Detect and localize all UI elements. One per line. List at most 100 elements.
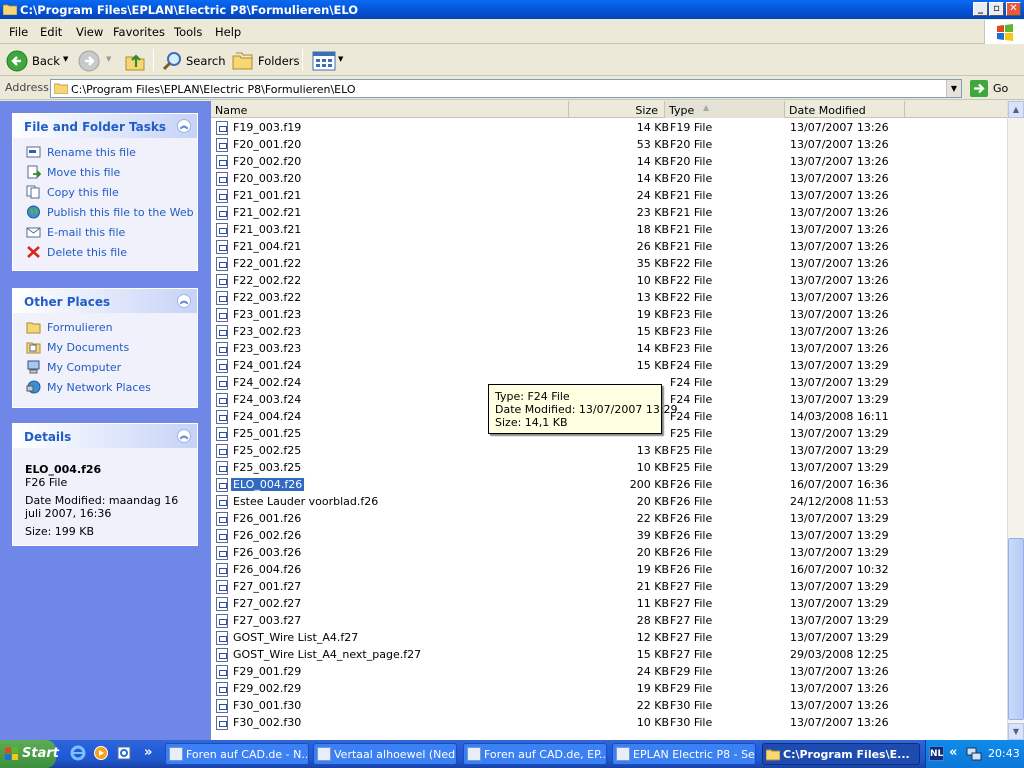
file-row[interactable]: F26_004.f26 19 KB F26 File 16/07/2007 10:32 [211, 561, 1007, 578]
search-icon[interactable] [161, 50, 183, 72]
start-button[interactable]: Start [0, 740, 59, 768]
folders-icon[interactable] [231, 50, 255, 72]
file-row[interactable]: F24_001.f24 15 KB F24 File 13/07/2007 13:29 [211, 357, 1007, 374]
task-move[interactable]: Move this file [13, 162, 197, 182]
file-row[interactable]: F20_001.f20 53 KB F20 File 13/07/2007 13:26 [211, 136, 1007, 153]
column-name-header[interactable]: Name [211, 101, 569, 118]
file-row[interactable]: F21_002.f21 23 KB F21 File 13/07/2007 13:26 [211, 204, 1007, 221]
file-row[interactable]: F21_004.f21 26 KB F21 File 13/07/2007 13:26 [211, 238, 1007, 255]
task-publish[interactable]: Publish this file to the Web [13, 202, 197, 222]
file-date: 13/07/2007 13:26 [790, 257, 889, 270]
panel-header[interactable]: Details ︽ [13, 424, 197, 448]
task-delete[interactable]: Delete this file [13, 242, 197, 262]
file-row[interactable]: F23_002.f23 15 KB F23 File 13/07/2007 13:26 [211, 323, 1007, 340]
minimize-button[interactable]: _ [973, 2, 988, 16]
up-folder-icon[interactable] [124, 50, 146, 72]
title-bar[interactable]: C:\Program Files\EPLAN\Electric P8\Formu… [0, 0, 1024, 19]
file-row[interactable]: F29_002.f29 19 KB F29 File 13/07/2007 13:26 [211, 680, 1007, 697]
panel-header[interactable]: File and Folder Tasks ︽ [13, 114, 197, 138]
task-pane: File and Folder Tasks ︽ Rename this file… [0, 101, 211, 740]
views-icon[interactable] [312, 51, 336, 71]
menu-file[interactable]: File [9, 25, 28, 39]
column-size-header[interactable]: Size [569, 101, 665, 118]
taskbar-item[interactable]: Vertaal alhoewel (Ned... [313, 743, 457, 765]
file-icon [216, 257, 228, 271]
quicklaunch-more[interactable]: » [144, 745, 152, 760]
language-indicator[interactable]: NL [929, 746, 944, 761]
close-button[interactable]: ✕ [1006, 2, 1021, 16]
file-row[interactable]: F29_001.f29 24 KB F29 File 13/07/2007 13:26 [211, 663, 1007, 680]
menu-favorites[interactable]: Favorites [113, 25, 165, 39]
file-row[interactable]: F25_002.f25 13 KB F25 File 13/07/2007 13:29 [211, 442, 1007, 459]
task-email[interactable]: E-mail this file [13, 222, 197, 242]
file-row[interactable]: F23_003.f23 14 KB F23 File 13/07/2007 13:26 [211, 340, 1007, 357]
file-row[interactable]: Estee Lauder voorblad.f26 20 KB F26 File 24… [211, 493, 1007, 510]
file-row[interactable]: F26_003.f26 20 KB F26 File 13/07/2007 13:29 [211, 544, 1007, 561]
file-row[interactable]: F19_003.f19 14 KB F19 File 13/07/2007 13:26 [211, 119, 1007, 136]
file-row[interactable]: F26_001.f26 22 KB F26 File 13/07/2007 13:29 [211, 510, 1007, 527]
task-copy[interactable]: Copy this file [13, 182, 197, 202]
file-row[interactable]: F21_001.f21 24 KB F21 File 13/07/2007 13:26 [211, 187, 1007, 204]
collapse-chevron-icon[interactable]: ︽ [177, 294, 191, 308]
file-row[interactable]: F22_003.f22 13 KB F22 File 13/07/2007 13:26 [211, 289, 1007, 306]
file-row[interactable]: F20_002.f20 14 KB F20 File 13/07/2007 13:26 [211, 153, 1007, 170]
collapse-chevron-icon[interactable]: ︽ [177, 119, 191, 133]
tray-expand-icon[interactable]: « [949, 745, 957, 760]
panel-header[interactable]: Other Places ︽ [13, 289, 197, 313]
forward-dropdown-icon[interactable]: ▼ [106, 55, 111, 63]
file-row[interactable]: F27_002.f27 11 KB F27 File 13/07/2007 13:29 [211, 595, 1007, 612]
file-row[interactable]: F22_002.f22 10 KB F22 File 13/07/2007 13:26 [211, 272, 1007, 289]
file-row[interactable]: F27_003.f27 28 KB F27 File 13/07/2007 13:29 [211, 612, 1007, 629]
collapse-chevron-icon[interactable]: ︽ [177, 429, 191, 443]
menu-help[interactable]: Help [215, 25, 241, 39]
taskbar-item[interactable]: Foren auf CAD.de - N... [165, 743, 309, 765]
file-date: 13/07/2007 13:26 [790, 240, 889, 253]
file-row[interactable]: F27_001.f27 21 KB F27 File 13/07/2007 13:29 [211, 578, 1007, 595]
address-input[interactable]: C:\Program Files\EPLAN\Electric P8\Formu… [50, 79, 962, 98]
vertical-scrollbar[interactable]: ▲ ▼ [1007, 101, 1024, 740]
internet-explorer-icon[interactable] [70, 745, 86, 761]
file-row[interactable]: F25_003.f25 10 KB F25 File 13/07/2007 13:29 [211, 459, 1007, 476]
taskbar-item[interactable]: Foren auf CAD.de, EP... [463, 743, 607, 765]
scroll-up-icon[interactable]: ▲ [1008, 101, 1024, 118]
file-row[interactable]: F20_003.f20 14 KB F20 File 13/07/2007 13:26 [211, 170, 1007, 187]
menu-tools[interactable]: Tools [174, 25, 202, 39]
file-row[interactable]: GOST_Wire List_A4_next_page.f27 15 KB F27 … [211, 646, 1007, 663]
file-row[interactable]: F21_003.f21 18 KB F21 File 13/07/2007 13:26 [211, 221, 1007, 238]
media-player-icon[interactable] [93, 745, 109, 761]
menu-edit[interactable]: Edit [40, 25, 62, 39]
views-dropdown-icon[interactable]: ▼ [338, 55, 343, 63]
column-date-header[interactable]: Date Modified [785, 101, 905, 118]
outlook-icon[interactable] [116, 745, 132, 761]
taskbar-item-active[interactable]: C:\Program Files\E... [762, 743, 920, 765]
maximize-button[interactable]: ▫ [989, 2, 1004, 16]
menu-view[interactable]: View [76, 25, 103, 39]
file-row[interactable]: GOST_Wire List_A4.f27 12 KB F27 File 13/07/… [211, 629, 1007, 646]
file-date: 13/07/2007 13:29 [790, 393, 889, 406]
forward-arrow-icon[interactable] [78, 50, 100, 72]
file-row[interactable]: F30_001.f30 22 KB F30 File 13/07/2007 13:26 [211, 697, 1007, 714]
taskbar-item[interactable]: EPLAN Electric P8 - Se... [612, 743, 756, 765]
back-button[interactable]: Back [32, 54, 60, 68]
folders-button[interactable]: Folders [258, 54, 300, 68]
column-type-header[interactable]: Type ▲ [665, 101, 785, 118]
file-row[interactable]: F22_001.f22 35 KB F22 File 13/07/2007 13:26 [211, 255, 1007, 272]
search-button[interactable]: Search [186, 54, 226, 68]
network-connection-icon[interactable] [966, 746, 982, 762]
file-row[interactable]: F26_002.f26 39 KB F26 File 13/07/2007 13:29 [211, 527, 1007, 544]
address-dropdown-icon[interactable]: ▼ [946, 80, 961, 97]
scroll-thumb[interactable] [1008, 538, 1024, 720]
place-my-documents[interactable]: My Documents [13, 337, 197, 357]
scroll-down-icon[interactable]: ▼ [1008, 723, 1024, 740]
back-dropdown-icon[interactable]: ▼ [63, 55, 68, 63]
place-formulieren[interactable]: Formulieren [13, 317, 197, 337]
go-button[interactable]: Go [968, 79, 1020, 98]
task-rename[interactable]: Rename this file [13, 142, 197, 162]
place-network[interactable]: My Network Places [13, 377, 197, 397]
file-row[interactable]: ELO_004.f26 200 KB F26 File 16/07/2007 16:3… [211, 476, 1007, 493]
place-my-computer[interactable]: My Computer [13, 357, 197, 377]
file-row[interactable]: F23_001.f23 19 KB F23 File 13/07/2007 13:26 [211, 306, 1007, 323]
file-icon [216, 512, 228, 526]
back-arrow-icon[interactable] [6, 50, 28, 72]
file-row[interactable]: F30_002.f30 10 KB F30 File 13/07/2007 13:26 [211, 714, 1007, 731]
